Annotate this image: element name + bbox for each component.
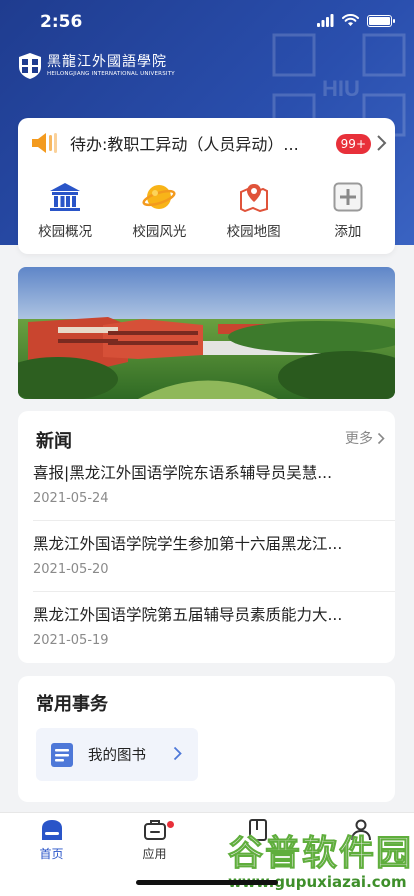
tab-home[interactable]: 首页 bbox=[0, 819, 103, 862]
affair-my-books[interactable]: 我的图书 bbox=[36, 728, 198, 781]
status-time: 2:56 bbox=[40, 12, 83, 32]
notification-dot bbox=[167, 821, 174, 828]
quick-action-campus-scenery[interactable]: 校园风光 bbox=[112, 180, 206, 250]
quick-action-label: 校园地图 bbox=[226, 224, 281, 240]
book-icon bbox=[51, 742, 73, 767]
site-watermark-name: 谷普软件园 bbox=[227, 834, 414, 875]
logo-chinese-name: 黑龍江外國語學院 bbox=[47, 53, 167, 70]
status-bar: 2:56 bbox=[0, 0, 414, 44]
news-item-date: 2021-05-19 bbox=[33, 633, 109, 648]
quick-action-label: 校园风光 bbox=[132, 224, 187, 240]
university-logo: 黑龍江外國語學院 HEILONGJIANG INTERNATIONAL UNIV… bbox=[18, 52, 175, 80]
logo-english-name: HEILONGJIANG INTERNATIONAL UNIVERSITY bbox=[47, 70, 175, 77]
speaker-icon bbox=[32, 133, 57, 153]
news-item-date: 2021-05-20 bbox=[33, 562, 109, 577]
news-item-title: 黑龙江外国语学院学生参加第十六届黑龙江... bbox=[33, 535, 343, 553]
quick-actions: 校园概况 校园风光 校园地图 添加 bbox=[18, 180, 395, 250]
news-more-link[interactable]: 更多 bbox=[345, 428, 385, 448]
building-icon bbox=[48, 180, 82, 214]
news-item-title: 喜报|黑龙江外国语学院东语系辅导员吴慧... bbox=[33, 464, 333, 482]
university-emblem-icon bbox=[19, 53, 41, 79]
quick-action-campus-map[interactable]: 校园地图 bbox=[207, 180, 301, 250]
quick-action-add[interactable]: 添加 bbox=[301, 180, 395, 250]
add-icon bbox=[331, 180, 365, 214]
home-icon bbox=[41, 820, 62, 840]
home-indicator bbox=[136, 880, 278, 885]
chevron-right-icon bbox=[173, 746, 182, 761]
todo-text: 待办:教职工异动（人员异动）... bbox=[70, 135, 299, 154]
divider bbox=[33, 591, 395, 592]
map-pin-icon bbox=[237, 180, 271, 214]
news-item-date: 2021-05-24 bbox=[33, 491, 109, 506]
news-item-title: 黑龙江外国语学院第五届辅导员素质能力大... bbox=[33, 606, 343, 624]
news-item[interactable]: 喜报|黑龙江外国语学院东语系辅导员吴慧... 2021-05-24 bbox=[18, 461, 395, 532]
watermark-text: HIU bbox=[322, 76, 360, 101]
tab-label: 应用 bbox=[142, 847, 167, 861]
battery-icon bbox=[367, 14, 395, 27]
news-section-title: 新闻 bbox=[36, 431, 72, 452]
news-more-label: 更多 bbox=[345, 431, 373, 447]
todo-count-badge: 99+ bbox=[335, 134, 371, 154]
affairs-section-title: 常用事务 bbox=[36, 694, 108, 715]
planet-icon bbox=[142, 180, 176, 214]
campus-banner[interactable] bbox=[18, 267, 395, 399]
tab-label: 首页 bbox=[39, 847, 64, 861]
common-affairs-card: 常用事务 我的图书 bbox=[18, 676, 395, 802]
chevron-right-icon[interactable] bbox=[375, 134, 387, 152]
signal-icon bbox=[317, 14, 334, 27]
news-item[interactable]: 黑龙江外国语学院学生参加第十六届黑龙江... 2021-05-20 bbox=[18, 532, 395, 603]
quick-action-campus-overview[interactable]: 校园概况 bbox=[18, 180, 112, 250]
todo-card: 待办:教职工异动（人员异动）... 99+ 校园概况 校园风光 校园地图 添加 bbox=[18, 118, 395, 254]
divider bbox=[33, 520, 395, 521]
site-watermark: 谷普软件园 www.gupuxiazai.com bbox=[222, 825, 414, 896]
briefcase-icon bbox=[143, 820, 166, 840]
status-icons bbox=[317, 14, 395, 27]
campus-photo-image bbox=[18, 267, 395, 399]
tab-apps[interactable]: 应用 bbox=[103, 819, 206, 862]
quick-action-label: 添加 bbox=[334, 224, 362, 240]
affair-label: 我的图书 bbox=[88, 748, 146, 764]
chevron-right-icon bbox=[377, 432, 385, 444]
wifi-icon bbox=[342, 14, 359, 26]
news-card: 新闻 更多 喜报|黑龙江外国语学院东语系辅导员吴慧... 2021-05-24 … bbox=[18, 411, 395, 663]
news-item[interactable]: 黑龙江外国语学院第五届辅导员素质能力大... 2021-05-19 bbox=[18, 603, 395, 674]
quick-action-label: 校园概况 bbox=[38, 224, 93, 240]
